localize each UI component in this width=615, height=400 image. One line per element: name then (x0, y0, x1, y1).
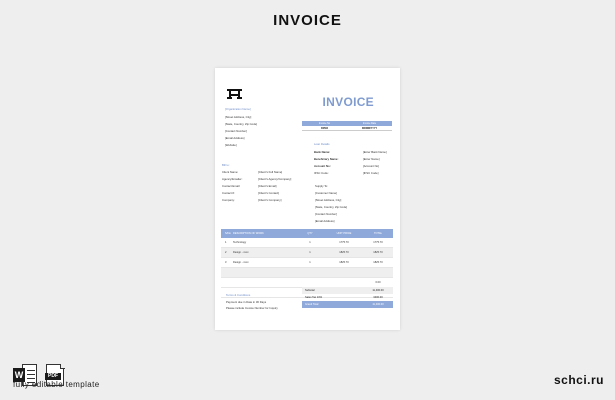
loan-field-value: [IFSC Code] (363, 171, 379, 175)
loan-field-label: IFSC Code: (314, 171, 329, 175)
ship-line: Supply To: (315, 184, 329, 188)
item-desc: Design - xxxx (233, 251, 249, 254)
ship-line: [Customer Name] (315, 191, 337, 195)
items-header-cell: TOTAL (373, 232, 383, 235)
meta-value-cell: R2584 (320, 127, 329, 130)
items-header-row: S/No DESCRIPTION OF WORK QTY UNIT PRICE … (221, 229, 393, 238)
loan-field-label: Beneficiary Name: (314, 157, 339, 161)
loan-details-label: Loan Details (314, 142, 330, 146)
bill-field-label: Contact #: (222, 191, 235, 195)
table-row: 3 Design - xxxx 1 1825.70 1825.70 (221, 258, 393, 268)
item-price: 1825.70 (339, 251, 349, 254)
loan-field-value: [Enter Bank Name] (363, 150, 387, 154)
subtotal-label: Subtotal (305, 289, 315, 292)
items-header-cell: DESCRIPTION OF WORK (233, 232, 264, 235)
grand-total-label: Grand Total (305, 303, 319, 306)
item-no: 1 (225, 241, 227, 244)
item-price: 1775.70 (339, 241, 349, 244)
brand-logo: schci.ru (553, 373, 604, 387)
item-price: 1825.70 (339, 261, 349, 264)
ship-line: [Email Address] (315, 219, 335, 223)
table-row (221, 268, 393, 278)
org-address-line: [Website] (225, 143, 237, 147)
items-header-cell: S/No (225, 232, 231, 235)
grand-total-value: 11,400.00 (372, 303, 384, 306)
loan-field-value: [Enter Name] (363, 157, 380, 161)
pdf-badge: PDF (45, 373, 61, 380)
ship-line: [State, Country, Zip Code] (315, 205, 348, 209)
logo-icon (227, 89, 242, 99)
item-qty: 1 (309, 241, 311, 244)
invoice-meta-table: Invoice No Invoice Date R2584 DD/MM/YYYY (302, 121, 392, 131)
grand-total-row: Grand Total 11,400.00 (302, 301, 393, 308)
tax-label: Sales Tax 10% (305, 296, 323, 299)
item-qty: 1 (309, 261, 311, 264)
org-address-line: [State, Country, Zip Code] (225, 122, 258, 126)
loan-field-value: [Account No] (363, 164, 380, 168)
item-desc: Design - xxxx (233, 261, 249, 264)
meta-value-cell: DD/MM/YYYY (361, 127, 378, 130)
org-address-line: [Email Address] (225, 136, 245, 140)
bill-field-value: [Client's Full Name] (258, 170, 283, 174)
ship-line: [Contact Number] (315, 212, 337, 216)
bill-field-value: [Client's Email] (258, 184, 277, 188)
item-no: 2 (225, 251, 227, 254)
subtotal-value: 11,400.00 (372, 289, 384, 292)
ship-line: [Street Address, City] (315, 198, 342, 202)
item-desc: Technology (233, 241, 247, 244)
item-total: 1825.70 (373, 251, 383, 254)
bill-field-label: Company: (222, 198, 235, 202)
subtotal-row: Subtotal 11,400.00 (302, 287, 393, 294)
terms-line: Please include Invoice Number for Inquir… (226, 306, 278, 310)
bill-to-label: Bill to: (222, 163, 230, 167)
item-total: 1825.70 (373, 261, 383, 264)
bill-field-label: Contact Email: (222, 184, 241, 188)
page-title: INVOICE (273, 12, 342, 29)
table-row: 1 Technology 1 1775.70 1775.70 (221, 238, 393, 248)
item-total: 1775.70 (373, 241, 383, 244)
item-qty: 1 (309, 251, 311, 254)
item-no: 3 (225, 261, 227, 264)
bill-field-label: Agency/Emailer: (222, 177, 243, 181)
caption-text: fully editable template (13, 380, 100, 389)
terms-line: Payment due in Date in 30 Days (226, 300, 267, 304)
bill-field-value: [Client's Agency/Company] (258, 177, 292, 181)
org-address-line: [Street Address, City] (225, 115, 252, 119)
tax-value: 3400.00 (373, 296, 383, 299)
items-header-cell: QTY (307, 232, 313, 235)
invoice-title: INVOICE (322, 95, 374, 109)
bill-field-value: [Client's Contact] (258, 191, 280, 195)
item-total: 0.00 (375, 281, 381, 284)
invoice-sheet: [Organization Name] [Street Address, Cit… (215, 68, 400, 330)
tax-row: Sales Tax 10% 3400.00 (302, 294, 393, 301)
items-header-cell: UNIT PRICE (336, 232, 352, 235)
bill-field-value: [Client's Company] (258, 198, 282, 202)
terms-label: Terms & Conditions (226, 293, 251, 297)
bill-field-label: Client Name: (222, 170, 239, 174)
org-address-line: [Contact Number] (225, 129, 247, 133)
org-name: [Organization Name] (225, 107, 251, 111)
totals-table: Subtotal 11,400.00 Sales Tax 10% 3400.00… (302, 287, 393, 308)
table-row: 2 Design - xxxx 1 1825.70 1825.70 (221, 248, 393, 258)
loan-field-label: Account No: (314, 164, 331, 168)
loan-field-label: Bank Name: (314, 150, 331, 154)
